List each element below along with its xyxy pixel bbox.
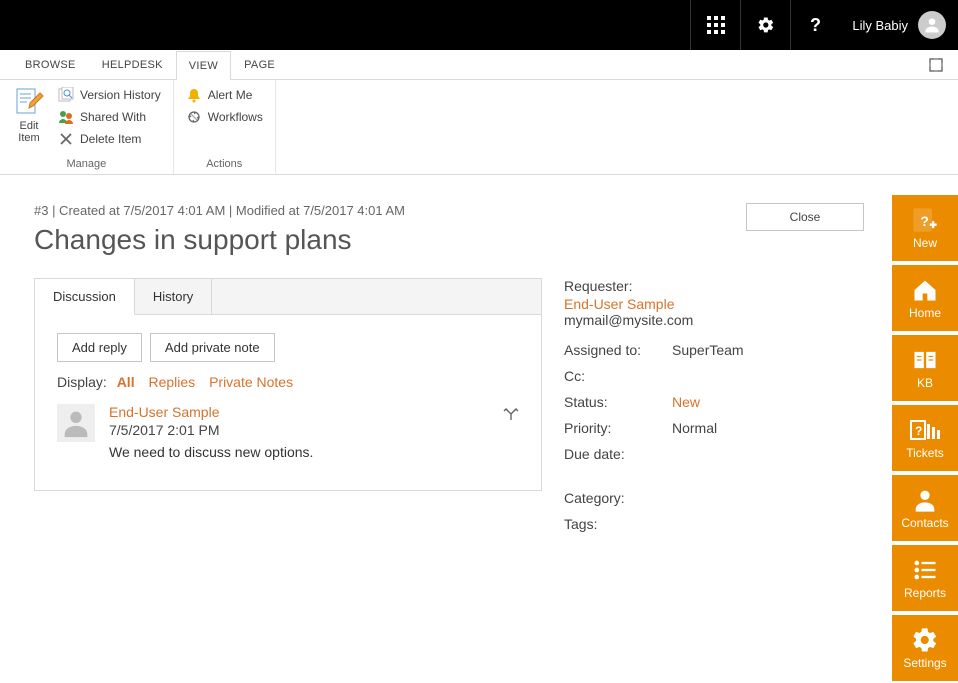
post-body: We need to discuss new options. <box>109 444 313 460</box>
filter-replies[interactable]: Replies <box>148 374 195 390</box>
delete-item-button[interactable]: Delete Item <box>54 128 165 150</box>
priority-label: Priority: <box>564 420 672 436</box>
avatar-icon <box>57 404 95 442</box>
rail-settings[interactable]: Settings <box>892 615 958 681</box>
requester-label: Requester: <box>564 278 924 294</box>
fullscreen-icon[interactable] <box>914 50 958 79</box>
workflows-button[interactable]: Workflows <box>182 106 267 128</box>
assigned-label: Assigned to: <box>564 342 672 358</box>
add-private-note-button[interactable]: Add private note <box>150 333 275 362</box>
tab-helpdesk[interactable]: HELPDESK <box>89 50 176 79</box>
app-launcher-icon[interactable] <box>690 0 740 50</box>
top-bar: ? Lily Babiy <box>0 0 958 50</box>
right-rail: ? New Home KB ? Tickets Contacts Reports… <box>892 195 958 681</box>
cc-label: Cc: <box>564 368 672 384</box>
tab-browse[interactable]: BROWSE <box>12 50 89 79</box>
status-value: New <box>672 394 700 410</box>
help-icon[interactable]: ? <box>790 0 840 50</box>
user-name: Lily Babiy <box>852 18 908 33</box>
ribbon-tabs: BROWSE HELPDESK VIEW PAGE <box>0 50 958 80</box>
status-label: Status: <box>564 394 672 410</box>
version-history-button[interactable]: Version History <box>54 84 165 106</box>
close-button[interactable]: Close <box>746 203 864 231</box>
category-label: Category: <box>564 490 672 506</box>
user-menu[interactable]: Lily Babiy <box>840 11 958 39</box>
svg-text:?: ? <box>915 424 922 438</box>
ribbon-group-manage: Edit Item Version History Shared With De… <box>0 80 174 174</box>
priority-value: Normal <box>672 420 717 436</box>
edit-item-button[interactable]: Edit Item <box>8 84 50 156</box>
rail-tickets[interactable]: ? Tickets <box>892 405 958 471</box>
svg-text:?: ? <box>920 213 929 229</box>
alert-me-button[interactable]: Alert Me <box>182 84 267 106</box>
card-tab-history[interactable]: History <box>135 279 212 314</box>
rail-reports[interactable]: Reports <box>892 545 958 611</box>
edit-item-label: Edit Item <box>18 120 39 144</box>
requester-link[interactable]: End-User Sample <box>564 296 675 312</box>
svg-text:?: ? <box>810 16 821 34</box>
tab-view[interactable]: VIEW <box>176 51 231 80</box>
display-label: Display: <box>57 374 107 390</box>
ribbon: Edit Item Version History Shared With De… <box>0 80 958 175</box>
shared-with-button[interactable]: Shared With <box>54 106 165 128</box>
group-label-manage: Manage <box>8 156 165 172</box>
rail-kb[interactable]: KB <box>892 335 958 401</box>
ticket-details: Requester: End-User Sample mymail@mysite… <box>564 278 924 542</box>
discussion-card: Discussion History Add reply Add private… <box>34 278 542 491</box>
content: #3 | Created at 7/5/2017 4:01 AM | Modif… <box>0 175 958 542</box>
rail-new[interactable]: ? New <box>892 195 958 261</box>
ribbon-group-actions: Alert Me Workflows Actions <box>174 80 276 174</box>
avatar-icon <box>918 11 946 39</box>
requester-email: mymail@mysite.com <box>564 312 924 328</box>
filter-all[interactable]: All <box>117 374 135 390</box>
rail-contacts[interactable]: Contacts <box>892 475 958 541</box>
due-date-label: Due date: <box>564 446 672 462</box>
assigned-value: SuperTeam <box>672 342 744 358</box>
filter-private-notes[interactable]: Private Notes <box>209 374 293 390</box>
gear-icon[interactable] <box>740 0 790 50</box>
card-tab-discussion[interactable]: Discussion <box>35 279 135 315</box>
group-label-actions: Actions <box>182 156 267 172</box>
discussion-post: End-User Sample 7/5/2017 2:01 PM We need… <box>57 404 519 460</box>
tags-label: Tags: <box>564 516 672 532</box>
split-icon[interactable] <box>503 406 519 425</box>
add-reply-button[interactable]: Add reply <box>57 333 142 362</box>
post-timestamp: 7/5/2017 2:01 PM <box>109 422 313 438</box>
tab-page[interactable]: PAGE <box>231 50 288 79</box>
post-author[interactable]: End-User Sample <box>109 404 313 420</box>
rail-home[interactable]: Home <box>892 265 958 331</box>
